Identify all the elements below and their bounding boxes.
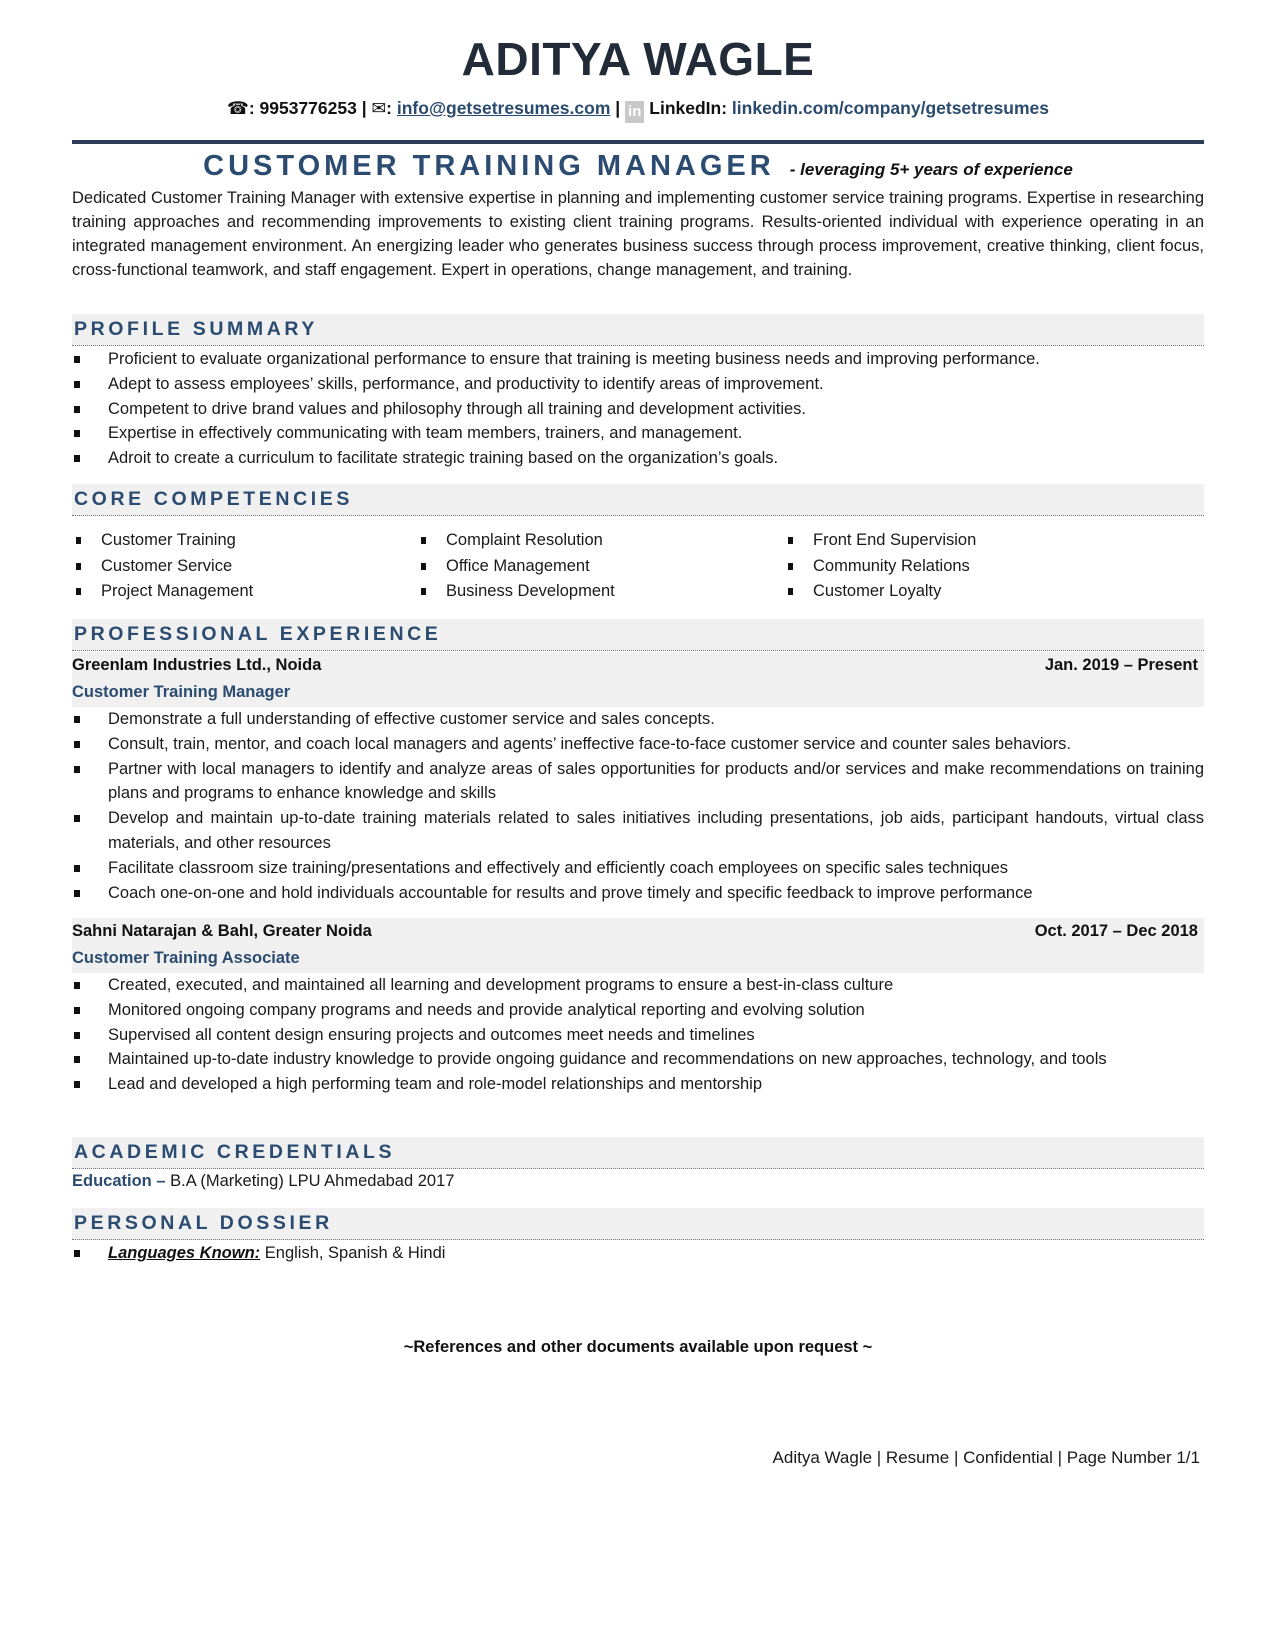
list-item: Partner with local managers to identify … — [72, 757, 1204, 807]
list-item: Consult, train, mentor, and coach local … — [72, 732, 1204, 757]
list-item: Facilitate classroom size training/prese… — [72, 856, 1204, 881]
list-item: Adroit to create a curriculum to facilit… — [72, 446, 1204, 471]
list-item: Adept to assess employees’ skills, perfo… — [72, 372, 1204, 397]
section-header-core-competencies: CORE COMPETENCIES — [72, 484, 1204, 516]
company-name: Sahni Natarajan & Bahl, Greater Noida — [72, 922, 372, 940]
languages-label: Languages Known: — [108, 1244, 261, 1262]
section-header-academic-credentials: ACADEMIC CREDENTIALS — [72, 1137, 1204, 1169]
job-dates: Jan. 2019 – Present — [1044, 656, 1198, 674]
section-header-profile-summary: PROFILE SUMMARY — [72, 314, 1204, 346]
list-item: Develop and maintain up-to-date training… — [72, 806, 1204, 856]
competencies-column-3: Front End Supervision Community Relation… — [784, 528, 976, 605]
job-dates: Oct. 2017 – Dec 2018 — [1034, 922, 1198, 940]
list-item: Created, executed, and maintained all le… — [72, 973, 1204, 998]
summary-paragraph: Dedicated Customer Training Manager with… — [72, 189, 1204, 279]
linkedin-link[interactable]: linkedin.com/company/getsetresumes — [732, 98, 1049, 118]
personal-list: Languages Known: English, Spanish & Hind… — [72, 1241, 1204, 1266]
job-header: Sahni Natarajan & Bahl, Greater Noida Oc… — [72, 918, 1204, 973]
job-role: Customer Training Associate — [72, 949, 300, 967]
education-entry: Education – B.A (Marketing) LPU Ahmedaba… — [72, 1172, 454, 1191]
list-item: Coach one-on-one and hold individuals ac… — [72, 881, 1204, 906]
tagline: - leveraging 5+ years of experience — [789, 160, 1073, 179]
list-item: Demonstrate a full understanding of effe… — [72, 707, 1204, 732]
education-label: Education – — [72, 1172, 166, 1190]
competency-item: Community Relations — [784, 554, 976, 580]
linkedin-icon: in — [625, 101, 645, 123]
email-link[interactable]: info@getsetresumes.com — [397, 98, 611, 118]
job-bullets: Created, executed, and maintained all le… — [72, 973, 1204, 1097]
phone-number: 9953776253 — [259, 98, 357, 118]
list-item: Proficient to evaluate organizational pe… — [72, 347, 1204, 372]
profile-summary-list: Proficient to evaluate organizational pe… — [72, 347, 1204, 471]
competency-item: Office Management — [417, 554, 615, 580]
envelope-icon: ✉ — [371, 98, 387, 118]
page-footer: Aditya Wagle | Resume | Confidential | P… — [772, 1448, 1200, 1467]
competency-item: Customer Loyalty — [784, 579, 976, 605]
list-item: Supervised all content design ensuring p… — [72, 1023, 1204, 1048]
section-header-professional-experience: PROFESSIONAL EXPERIENCE — [72, 619, 1204, 651]
competency-item: Business Development — [417, 579, 615, 605]
list-item: Lead and developed a high performing tea… — [72, 1072, 1204, 1097]
competencies-column-1: Customer Training Customer Service Proje… — [72, 528, 253, 605]
competency-item: Complaint Resolution — [417, 528, 615, 554]
candidate-name: ADITYA WAGLE — [461, 33, 815, 85]
languages-item: Languages Known: English, Spanish & Hind… — [72, 1241, 1204, 1266]
contact-line: ☎: 9953776253 | ✉: info@getsetresumes.co… — [72, 98, 1204, 123]
competency-item: Project Management — [72, 579, 253, 605]
phone-icon: ☎ — [227, 98, 249, 118]
languages-value: English, Spanish & Hindi — [264, 1244, 446, 1262]
job-header: Greenlam Industries Ltd., Noida Jan. 201… — [72, 652, 1204, 707]
competency-item: Customer Training — [72, 528, 253, 554]
job-role: Customer Training Manager — [72, 683, 291, 701]
list-item: Monitored ongoing company programs and n… — [72, 998, 1204, 1023]
list-item: Competent to drive brand values and phil… — [72, 397, 1204, 422]
references-note: ~References and other documents availabl… — [403, 1338, 873, 1356]
list-item: Maintained up-to-date industry knowledge… — [72, 1047, 1204, 1072]
headline: CUSTOMER TRAINING MANAGER - leveraging 5… — [72, 150, 1204, 183]
company-name: Greenlam Industries Ltd., Noida — [72, 656, 322, 674]
education-value: B.A (Marketing) LPU Ahmedabad 2017 — [170, 1172, 455, 1190]
job-title: CUSTOMER TRAINING MANAGER — [203, 150, 775, 182]
competency-item: Front End Supervision — [784, 528, 976, 554]
section-header-personal-dossier: PERSONAL DOSSIER — [72, 1208, 1204, 1240]
header-divider — [72, 140, 1204, 144]
competency-item: Customer Service — [72, 554, 253, 580]
list-item: Expertise in effectively communicating w… — [72, 421, 1204, 446]
job-bullets: Demonstrate a full understanding of effe… — [72, 707, 1204, 905]
competencies-column-2: Complaint Resolution Office Management B… — [417, 528, 615, 605]
linkedin-label: LinkedIn: — [649, 98, 728, 118]
